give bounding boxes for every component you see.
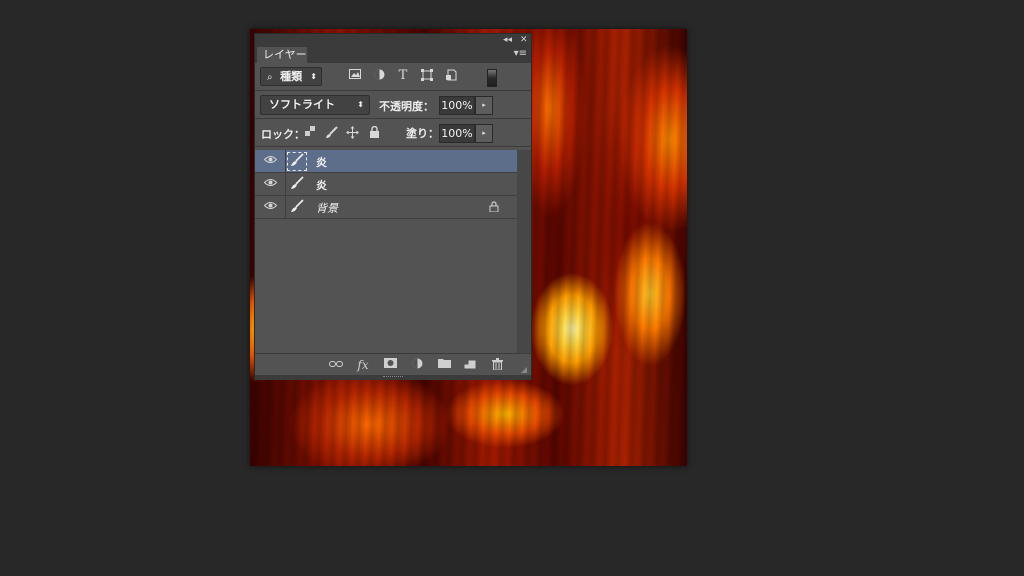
panel-footer: fx ◢ — [255, 353, 531, 376]
lock-position-icon[interactable] — [346, 126, 359, 139]
divider — [285, 150, 286, 173]
smart-object-filter-icon[interactable] — [444, 69, 458, 83]
adjustment-filter-icon[interactable] — [372, 69, 386, 83]
search-icon: ⌕ — [267, 72, 273, 83]
add-mask-icon[interactable] — [383, 358, 397, 372]
layer-thumbnail-brush-icon[interactable] — [288, 176, 306, 193]
close-icon[interactable]: ✕ — [520, 34, 528, 46]
blend-row: ソフトライト ⬍ 不透明度： 100% ▸ — [255, 91, 531, 119]
link-layers-icon[interactable] — [329, 358, 343, 372]
layer-lock-icon — [489, 201, 499, 215]
layer-row[interactable]: 背景 — [255, 196, 517, 219]
fill-input[interactable]: 100% — [439, 124, 475, 143]
tab-layers[interactable]: レイヤー — [257, 47, 307, 63]
adjustment-layer-icon[interactable] — [410, 358, 424, 372]
lock-pixels-icon[interactable] — [325, 126, 338, 139]
layers-panel: ◂◂ ✕ レイヤー ▾≡ ⌕ 種類 ⬍ T ソフトライト ⬍ 不透明度： 100… — [254, 33, 532, 380]
panel-titlebar: ◂◂ ✕ — [255, 34, 531, 46]
resize-grip-icon[interactable]: ◢ — [521, 365, 527, 374]
pixel-filter-icon[interactable] — [348, 69, 362, 83]
filter-kind-label: 種類 — [280, 70, 303, 83]
divider — [285, 173, 286, 196]
layer-row[interactable]: 炎 — [255, 173, 517, 196]
lock-transparency-icon[interactable] — [303, 126, 316, 139]
layer-thumbnail-brush-icon[interactable] — [288, 199, 306, 216]
panel-menu-icon[interactable]: ▾≡ — [514, 48, 527, 59]
blend-mode-value: ソフトライト — [269, 98, 335, 111]
layer-thumbnail-brush-icon[interactable] — [287, 152, 307, 171]
layer-name[interactable]: 炎 — [316, 177, 327, 193]
divider — [285, 196, 286, 219]
fill-label: 塗り： — [406, 127, 439, 140]
visibility-eye-icon[interactable] — [262, 155, 278, 167]
opacity-label: 不透明度： — [379, 100, 434, 113]
type-filter-icon[interactable]: T — [396, 69, 410, 83]
new-layer-icon[interactable] — [463, 358, 477, 372]
lock-row: ロック： 塗り： 100% ▸ — [255, 119, 531, 147]
layer-row[interactable]: 炎 — [255, 150, 517, 173]
filter-toggle-switch[interactable] — [487, 69, 497, 87]
trash-icon[interactable] — [490, 358, 504, 372]
layer-list-scrollbar[interactable] — [517, 150, 531, 353]
opacity-slider-button[interactable]: ▸ — [475, 96, 493, 115]
lock-all-icon[interactable] — [368, 125, 381, 139]
filter-kind-select[interactable]: ⌕ 種類 ⬍ — [260, 67, 322, 86]
layer-name[interactable]: 背景 — [316, 200, 338, 216]
new-group-folder-icon[interactable] — [437, 358, 451, 372]
select-arrows-icon: ⬍ — [310, 72, 317, 81]
select-arrows-icon: ⬍ — [357, 100, 364, 109]
blend-mode-select[interactable]: ソフトライト ⬍ — [260, 95, 370, 115]
filter-row: ⌕ 種類 ⬍ T — [255, 63, 531, 91]
layer-list: 炎 炎 背景 — [255, 150, 517, 353]
panel-tabbar: レイヤー ▾≡ — [255, 46, 531, 63]
collapse-icon[interactable]: ◂◂ — [503, 34, 512, 46]
opacity-input[interactable]: 100% — [439, 96, 475, 115]
fx-icon[interactable]: fx — [356, 358, 370, 372]
visibility-eye-icon[interactable] — [262, 201, 278, 213]
panel-resize-handle[interactable] — [255, 375, 531, 380]
visibility-eye-icon[interactable] — [262, 178, 278, 190]
fill-slider-button[interactable]: ▸ — [475, 124, 493, 143]
layer-name[interactable]: 炎 — [316, 154, 327, 170]
shape-filter-icon[interactable] — [420, 69, 434, 83]
lock-label: ロック： — [261, 128, 305, 141]
